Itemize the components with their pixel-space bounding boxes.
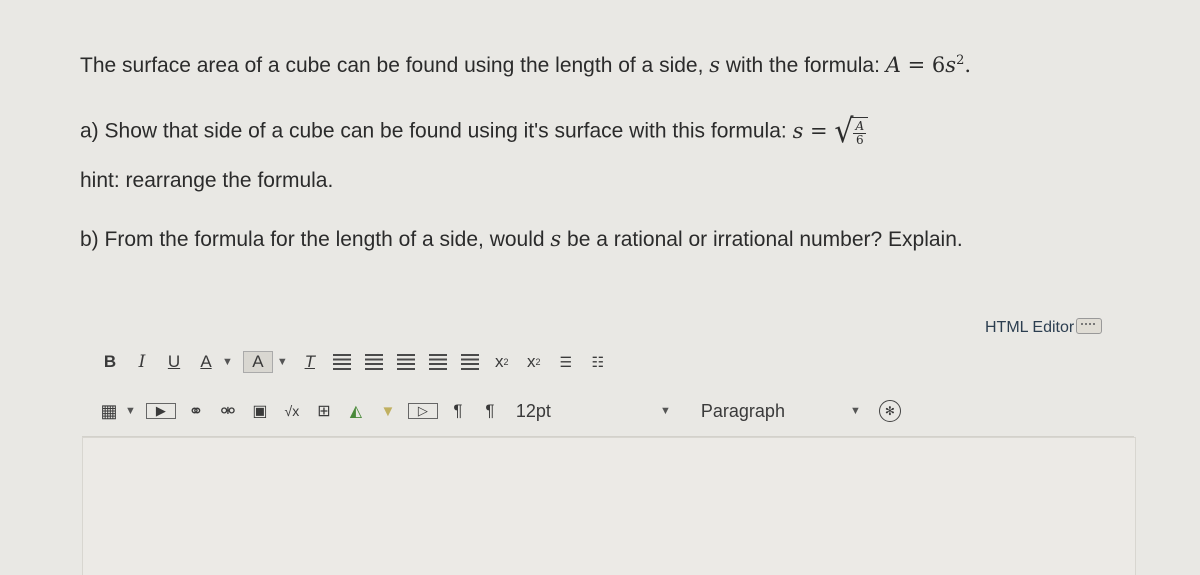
google-drive-icon[interactable]: ◭ xyxy=(344,397,368,425)
link-icon[interactable]: ⚭ xyxy=(184,397,208,425)
underline-button[interactable]: U xyxy=(162,348,186,376)
part-b-text: b) From the formula for the length of a … xyxy=(80,228,551,251)
image-icon[interactable]: ▣ xyxy=(248,397,272,425)
font-size-dropdown-icon: ▼ xyxy=(660,405,671,417)
html-editor-link[interactable]: HTML Editor xyxy=(985,318,1103,337)
part-a-text: a) Show that side of a cube can be found… xyxy=(80,119,793,143)
toolbar-row-1: B I U A ▼ A ▼ T x2 x2 ☰ ☷ xyxy=(98,348,618,376)
embed-icon[interactable]: ▷ xyxy=(407,403,438,419)
align-left-icon[interactable] xyxy=(330,348,354,376)
rich-text-editor-input[interactable] xyxy=(82,437,1136,575)
numbered-list-icon[interactable]: ☷ xyxy=(586,348,610,376)
record-icon[interactable]: ⊞ xyxy=(312,397,336,425)
unlink-icon[interactable]: ⚮ xyxy=(216,397,240,425)
intro-var: s xyxy=(709,53,721,77)
html-editor-label: HTML Editor xyxy=(985,319,1075,336)
part-b-text-2: be a rational or irrational number? Expl… xyxy=(561,228,963,251)
question-part-a: a) Show that side of a cube can be found… xyxy=(80,115,869,148)
font-color-button[interactable]: A xyxy=(194,348,218,376)
part-b-var: s xyxy=(550,227,562,251)
formula-side-length: s = √ A 6 xyxy=(793,115,869,148)
video-icon[interactable]: ▼ xyxy=(376,397,400,425)
indent-icon[interactable] xyxy=(458,348,482,376)
italic-button[interactable]: I xyxy=(130,348,154,376)
clear-formatting-button[interactable]: T xyxy=(298,348,322,376)
sqrt-symbol: √ A 6 xyxy=(834,115,869,148)
subscript-button[interactable]: x2 xyxy=(522,348,546,376)
rtl-paragraph-button[interactable]: ¶ xyxy=(478,397,502,425)
font-size-value: 12pt xyxy=(515,400,551,421)
intro-text-2: with the formula: xyxy=(720,54,886,77)
block-format-dropdown-icon: ▼ xyxy=(850,405,861,417)
font-color-dropdown-icon[interactable]: ▼ xyxy=(222,356,233,368)
equation-icon[interactable]: √x xyxy=(280,397,304,425)
media-icon[interactable]: ▶ xyxy=(145,403,176,419)
block-format-select[interactable]: Paragraph ▼ xyxy=(701,401,861,422)
intro-text: The surface area of a cube can be found … xyxy=(80,54,710,77)
align-center-icon[interactable] xyxy=(362,348,386,376)
bullet-list-icon[interactable]: ☰ xyxy=(554,348,578,376)
block-format-value: Paragraph xyxy=(700,400,785,421)
question-part-b: b) From the formula for the length of a … xyxy=(80,227,963,252)
accessibility-icon[interactable]: ✻ xyxy=(878,400,901,422)
background-color-dropdown-icon[interactable]: ▼ xyxy=(277,356,288,368)
align-right-icon[interactable] xyxy=(394,348,418,376)
bold-button[interactable]: B xyxy=(98,348,122,376)
ltr-paragraph-button[interactable]: ¶ xyxy=(446,397,470,425)
question-intro: The surface area of a cube can be found … xyxy=(80,53,971,78)
table-dropdown-icon[interactable]: ▼ xyxy=(125,405,136,417)
formula-surface-area: A = 6s2. xyxy=(885,53,972,77)
align-justify-icon[interactable] xyxy=(426,348,450,376)
toolbar-row-2: ▦ ▼ ▶ ⚭ ⚮ ▣ √x ⊞ ◭ ▼ ▷ ¶ ¶ 12pt ▼ Paragrap… xyxy=(97,397,909,425)
table-icon[interactable]: ▦ xyxy=(97,397,121,425)
keyboard-icon xyxy=(1076,318,1103,334)
hint-text: hint: rearrange the formula. xyxy=(80,169,334,192)
font-size-select[interactable]: 12pt ▼ xyxy=(516,401,671,422)
background-color-button[interactable]: A xyxy=(242,351,273,373)
superscript-button[interactable]: x2 xyxy=(490,348,514,376)
